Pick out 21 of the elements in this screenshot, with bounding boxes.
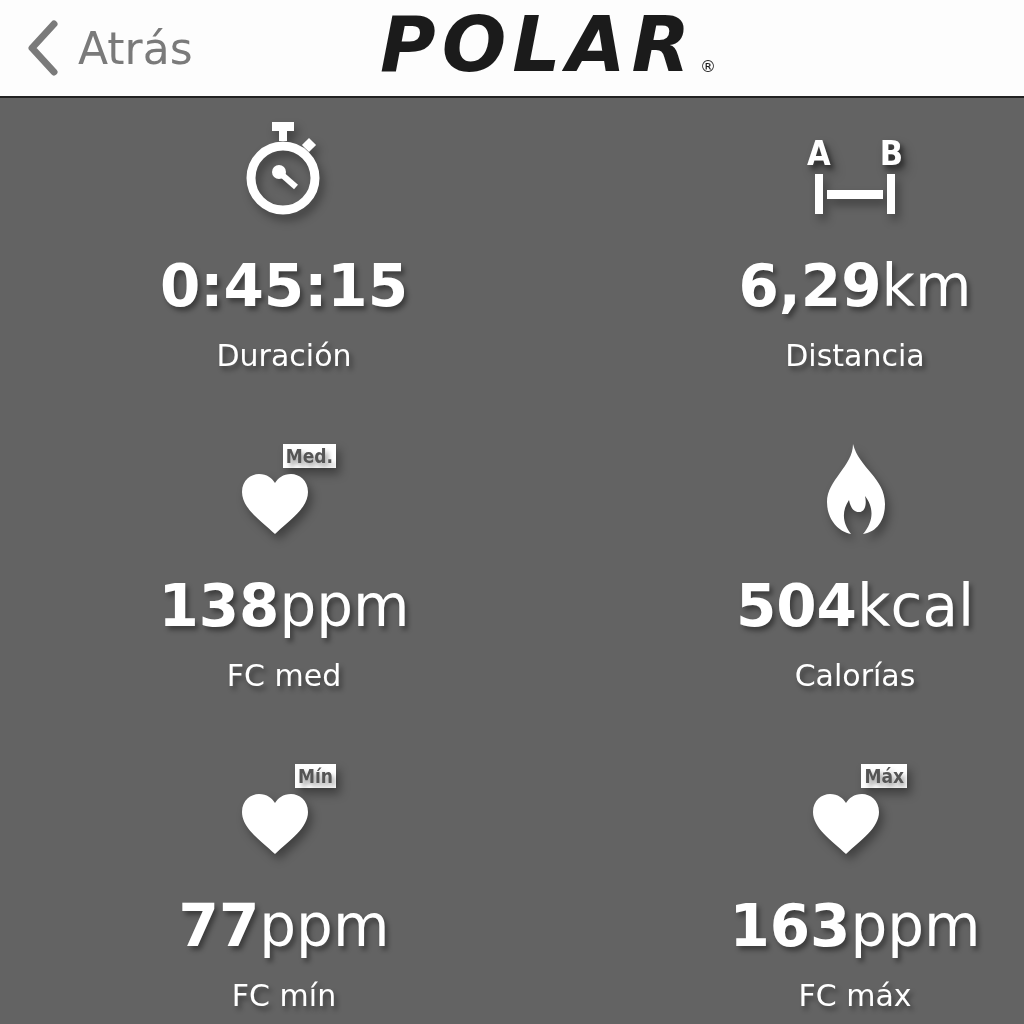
badge: Máx bbox=[861, 764, 907, 788]
metric-label: Calorías bbox=[794, 657, 916, 695]
point-label: B bbox=[879, 134, 903, 172]
brand-logo: POLAR bbox=[380, 0, 697, 90]
metric-label: FC máx bbox=[798, 977, 912, 1015]
metric-value: 138ppm bbox=[158, 571, 410, 642]
chevron-left-icon bbox=[26, 20, 58, 76]
metric-value: 6,29km bbox=[738, 251, 972, 322]
badge: Mín bbox=[294, 764, 336, 788]
metric-label: Distancia bbox=[785, 337, 925, 375]
registered-mark: ® bbox=[700, 57, 717, 76]
metric-value: 163ppm bbox=[729, 891, 981, 962]
metric-label: FC med bbox=[226, 657, 342, 695]
back-button[interactable]: Atrás bbox=[26, 20, 193, 76]
badge: Med. bbox=[282, 444, 336, 468]
point-label: A bbox=[807, 134, 831, 172]
metric-label: Duración bbox=[216, 337, 352, 375]
metric-label: FC mín bbox=[231, 977, 337, 1015]
metric-value: 504kcal bbox=[735, 571, 975, 642]
metric-value: 0:45:15 bbox=[159, 251, 409, 322]
metric-value: 77ppm bbox=[178, 891, 390, 962]
